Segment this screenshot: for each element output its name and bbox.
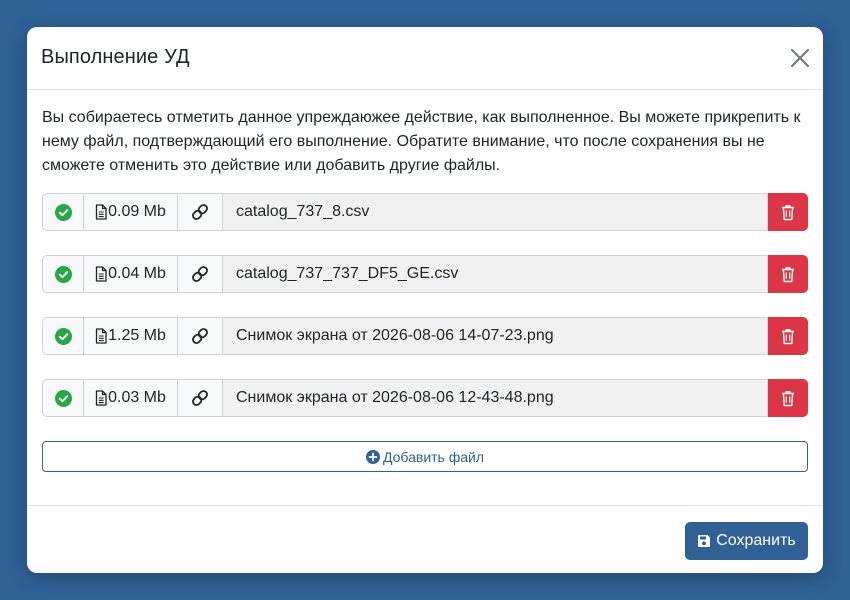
close-button[interactable] (789, 47, 811, 69)
check-circle-icon (54, 265, 72, 283)
delete-file-button[interactable] (768, 255, 808, 293)
file-link-button[interactable] (178, 255, 223, 293)
file-list: 0.09 Mb catalog_737_8.csv 0.04 Mb catalo… (42, 193, 808, 417)
file-size-value: 0.09 Mb (108, 203, 166, 220)
check-circle-icon (54, 389, 72, 407)
delete-file-button[interactable] (768, 317, 808, 355)
completion-modal: Выполнение УД Вы собираетесь отметить да… (27, 27, 823, 573)
file-link-button[interactable] (178, 379, 223, 417)
check-circle-icon (54, 203, 72, 221)
modal-title: Выполнение УД (41, 46, 190, 68)
file-status (42, 317, 84, 355)
file-size-value: 0.03 Mb (108, 389, 166, 406)
file-size-value: 0.04 Mb (108, 265, 166, 282)
file-name: Снимок экрана от 2026-08-06 14-07-23.png (223, 317, 768, 355)
link-icon (192, 390, 208, 406)
modal-body: Вы собираетесь отметить данное упреждаюж… (27, 90, 823, 472)
file-icon (95, 328, 107, 344)
save-button[interactable]: Сохранить (685, 522, 808, 560)
modal-footer: Сохранить (27, 505, 823, 573)
link-icon (192, 328, 208, 344)
file-row: 0.03 Mb Снимок экрана от 2026-08-06 12-4… (42, 379, 808, 417)
modal-header: Выполнение УД (27, 27, 823, 90)
file-name: catalog_737_737_DF5_GE.csv (223, 255, 768, 293)
delete-file-button[interactable] (768, 379, 808, 417)
trash-icon (782, 390, 794, 406)
modal-description: Вы собираетесь отметить данное упреждаюж… (42, 109, 801, 174)
link-icon (192, 204, 208, 220)
link-icon (192, 266, 208, 282)
file-icon (95, 266, 107, 282)
save-icon (698, 535, 711, 547)
file-row: 0.04 Mb catalog_737_737_DF5_GE.csv (42, 255, 808, 293)
file-size-value: 1.25 Mb (108, 327, 166, 344)
delete-file-button[interactable] (768, 193, 808, 231)
add-file-label: Добавить файл (382, 448, 485, 465)
file-name: catalog_737_8.csv (223, 193, 768, 231)
file-icon (95, 390, 107, 406)
file-row: 0.09 Mb catalog_737_8.csv (42, 193, 808, 231)
file-status (42, 193, 84, 231)
file-size: 0.09 Mb (84, 193, 178, 231)
file-size: 0.03 Mb (84, 379, 178, 417)
trash-icon (782, 204, 794, 220)
add-file-button[interactable]: Добавить файл (42, 441, 808, 472)
file-size: 0.04 Mb (84, 255, 178, 293)
file-link-button[interactable] (178, 193, 223, 231)
plus-circle-icon (365, 449, 380, 464)
file-row: 1.25 Mb Снимок экрана от 2026-08-06 14-0… (42, 317, 808, 355)
save-label: Сохранить (716, 532, 796, 549)
file-icon (95, 204, 107, 220)
file-name: Снимок экрана от 2026-08-06 12-43-48.png (223, 379, 768, 417)
trash-icon (782, 328, 794, 344)
file-size: 1.25 Mb (84, 317, 178, 355)
close-icon (791, 49, 809, 67)
trash-icon (782, 266, 794, 282)
check-circle-icon (54, 327, 72, 345)
file-status (42, 379, 84, 417)
file-link-button[interactable] (178, 317, 223, 355)
file-status (42, 255, 84, 293)
